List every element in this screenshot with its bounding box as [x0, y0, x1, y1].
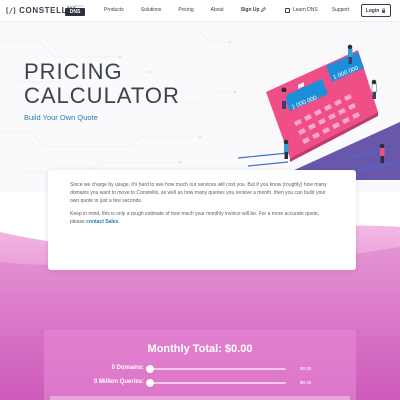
panel-bottom-edge: [50, 396, 350, 400]
page-title: PRICING CALCULATOR: [24, 60, 180, 108]
partner-logo[interactable]: a product of DNS: [64, 4, 86, 17]
nav-pricing[interactable]: Pricing: [178, 7, 193, 13]
partner-badge: DNS: [65, 8, 85, 16]
book-icon: [285, 7, 290, 13]
queries-price: $0.00: [300, 380, 312, 385]
signup-label: Sign Up: [240, 7, 260, 13]
domains-slider-track[interactable]: [150, 368, 286, 370]
top-navigation: [/] CONSTELLIX a product of DNS Products…: [0, 0, 400, 22]
support-link[interactable]: Support: [332, 7, 350, 13]
pencil-icon: [260, 7, 266, 13]
logo-mark: [/]: [5, 6, 17, 15]
learn-dns-link[interactable]: Learn DNS: [293, 7, 318, 13]
title-line-2: CALCULATOR: [24, 83, 180, 108]
pricing-calculator-panel: Monthly Total: $0.00 0 Domains: $0.00 0 …: [44, 330, 356, 400]
nav-signup[interactable]: Sign Up: [241, 7, 266, 13]
intro-paragraph-1: Since we charge by usage, it's hard to s…: [70, 182, 327, 204]
domains-slider-handle[interactable]: [146, 365, 154, 373]
queries-slider-track[interactable]: [150, 382, 286, 384]
lock-icon: [382, 8, 386, 13]
title-line-1: PRICING: [24, 59, 123, 84]
intro-card: Since we charge by usage, it's hard to s…: [48, 170, 356, 270]
domains-row: 0 Domains: $0.00: [44, 364, 356, 374]
queries-label: 0 Million Queries:: [93, 379, 144, 385]
hero-section: PRICING CALCULATOR Build Your Own Quote …: [0, 22, 400, 192]
nav-products[interactable]: Products: [104, 7, 124, 13]
intro-paragraph-2: Keep in mind, this is only a rough estim…: [70, 211, 334, 227]
contact-sales-link[interactable]: contact Sales: [86, 219, 118, 225]
domains-label: 0 Domains:: [111, 365, 144, 371]
nav-solutions[interactable]: Solutions: [141, 7, 162, 13]
calculator-illustration: 1 000 000 1 000 000: [228, 44, 400, 180]
domains-price: $0.00: [300, 366, 312, 371]
intro-paragraph-2-end: .: [118, 219, 120, 226]
page-subtitle: Build Your Own Quote: [24, 113, 98, 122]
monthly-total: Monthly Total: $0.00: [147, 343, 253, 355]
nav-about[interactable]: About: [211, 7, 224, 13]
utility-links: Learn DNS Support: [285, 7, 363, 13]
login-button[interactable]: Login: [361, 4, 391, 17]
queries-slider-handle[interactable]: [146, 379, 154, 387]
main-menu: Products Solutions Pricing About Sign Up: [104, 7, 283, 13]
login-label: Login: [365, 7, 380, 14]
queries-row: 0 Million Queries: $0.00: [44, 378, 356, 388]
